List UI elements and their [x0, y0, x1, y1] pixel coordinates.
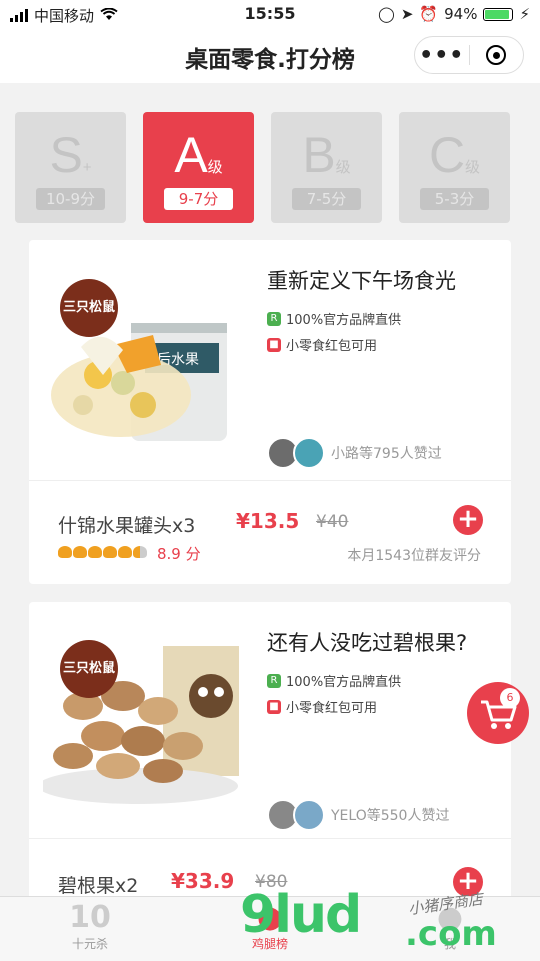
divider [29, 838, 511, 839]
avatar [293, 799, 325, 831]
miniprogram-capsule: ••• [414, 36, 524, 74]
product-name: 什锦水果罐头x3 [58, 515, 196, 537]
tab-ten-yuan[interactable]: 10 十元杀 [0, 901, 180, 952]
more-button[interactable]: ••• [415, 43, 469, 68]
watermark-domain: .com [405, 914, 497, 954]
grade-tab-b[interactable]: B级 7-5分 [271, 112, 382, 223]
grade-range: 7-5分 [292, 188, 361, 210]
coupon-tag: ■ 小零食红包可用 [267, 697, 377, 716]
avatar [293, 437, 325, 469]
grade-letter: B级 [302, 127, 351, 183]
status-bar: 中国移动 15:55 ◯ ➤ ⏰ 94% ⚡ [0, 0, 540, 28]
cart-icon [481, 700, 517, 729]
grade-letter: S+ [49, 127, 92, 183]
nav-bar: 桌面零食.打分榜 ••• [0, 28, 540, 83]
divider [29, 480, 511, 481]
tab-label: 十元杀 [71, 937, 108, 951]
product-image[interactable]: 三只松鼠 [43, 616, 239, 812]
official-icon: R [267, 673, 281, 688]
product-card[interactable]: 三只松鼠 还有人没吃过碧根果? R 100%官方品牌直供 ■ 小零食红包可用 YEL… [29, 602, 511, 922]
likes-row: 小路等795人赞过 [267, 437, 442, 469]
add-to-cart-button[interactable]: + [453, 505, 483, 535]
drumstick-icon [133, 546, 147, 558]
alarm-icon: ⏰ [419, 5, 439, 23]
location-icon: ➤ [400, 5, 414, 23]
product-headline: 重新定义下午场食光 [267, 269, 456, 293]
grade-tab-a[interactable]: A级 9-7分 [143, 112, 254, 223]
battery-percent: 94% [444, 5, 478, 23]
product-card[interactable]: 后水果 三只松鼠 重新定义下午场食光 R 100%官方品牌直供 ■ 小零食红包可用 … [29, 240, 511, 584]
ten-icon: 10 [69, 900, 111, 935]
red-packet-icon: ■ [267, 337, 281, 352]
product-name: 碧根果x2 [58, 875, 139, 897]
brand-logo: 三只松鼠 [60, 279, 118, 337]
original-price: ¥40 [316, 512, 349, 532]
product-price: ¥13.5 [236, 509, 300, 533]
rating-count: 本月1543位群友评分 [347, 548, 481, 564]
grade-tab-s[interactable]: S+ 10-9分 [15, 112, 126, 223]
official-icon: R [267, 311, 281, 326]
rating-score: 8.9 分 [157, 545, 201, 563]
grade-range: 9-7分 [164, 188, 233, 210]
likes-text: 小路等795人赞过 [331, 446, 442, 462]
grade-letter: C级 [428, 127, 481, 183]
cart-count-badge: 6 [500, 688, 520, 708]
product-image[interactable]: 后水果 三只松鼠 [43, 255, 239, 451]
likes-text: YELO等550人赞过 [331, 808, 450, 824]
rotation-lock-icon: ◯ [378, 5, 395, 23]
grade-tab-c[interactable]: C级 5-3分 [399, 112, 510, 223]
status-right: ◯ ➤ ⏰ 94% ⚡ [378, 5, 530, 23]
product-price: ¥33.9 [171, 869, 235, 893]
drumstick-icon [103, 546, 117, 558]
coupon-tag: ■ 小零食红包可用 [267, 335, 377, 354]
battery-icon [483, 7, 514, 21]
likes-row: YELO等550人赞过 [267, 799, 449, 831]
drumstick-icon [88, 546, 102, 558]
red-packet-icon: ■ [267, 699, 281, 714]
official-tag: R 100%官方品牌直供 [267, 671, 401, 690]
charging-icon: ⚡ [519, 5, 530, 23]
drumstick-icon [118, 546, 132, 558]
target-icon [486, 45, 507, 65]
watermark-logo: 9lud [240, 885, 362, 945]
drumstick-icon [73, 546, 87, 558]
product-headline: 还有人没吃过碧根果? [267, 631, 468, 655]
grade-tabs: S+ 10-9分 A级 9-7分 B级 7-5分 C级 5-3分 [15, 112, 510, 223]
cart-button[interactable] [467, 682, 529, 744]
official-tag: R 100%官方品牌直供 [267, 309, 401, 328]
grade-letter: A级 [174, 127, 223, 183]
rating-stars [58, 546, 147, 558]
close-button[interactable] [470, 45, 524, 65]
brand-logo: 三只松鼠 [60, 640, 118, 698]
drumstick-icon [58, 546, 72, 558]
grade-range: 5-3分 [420, 188, 489, 210]
grade-range: 10-9分 [36, 188, 105, 210]
